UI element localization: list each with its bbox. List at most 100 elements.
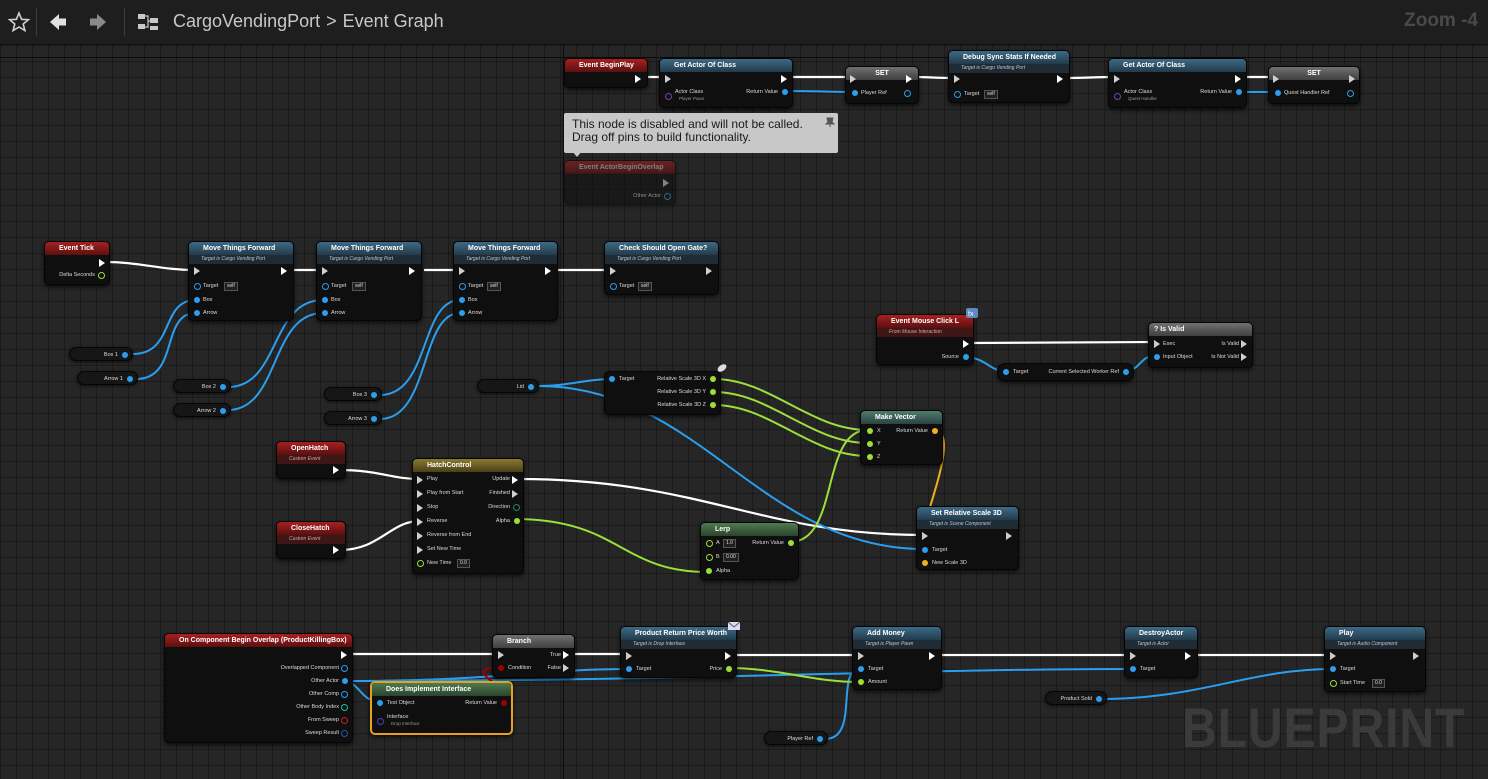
node-set-quest-handler-ref[interactable]: SET Quest Handler Ref [1268,66,1360,104]
exec-out-pin[interactable] [1235,75,1241,83]
exec-in-pin[interactable] [194,267,200,275]
input-object-pin[interactable] [1154,354,1160,360]
reverse-from-end-pin[interactable] [417,532,423,540]
play-from-start-pin[interactable] [417,490,423,498]
variable-arrow-2[interactable]: Arrow 2 [173,403,231,417]
variable-out-pin[interactable] [220,408,226,414]
node-hatch-control-timeline[interactable]: HatchControl Play Play from Start Stop R… [412,458,524,574]
exec-out-pin[interactable] [929,652,935,660]
target-pin[interactable] [459,283,466,290]
forward-arrow-icon[interactable] [84,7,112,37]
set-new-time-pin[interactable] [417,546,423,554]
breadcrumb-root[interactable]: CargoVendingPort [173,11,320,31]
interface-value[interactable]: Drop Interface [391,721,420,726]
exec-out-pin[interactable] [545,267,551,275]
start-time-value[interactable]: 0.0 [1372,679,1385,688]
node-is-valid[interactable]: ? Is Valid Exec Is Valid Input Object Is… [1148,322,1253,368]
box-pin[interactable] [194,297,200,303]
node-add-money[interactable]: Add Money Target is Player Pawn Target A… [852,626,942,690]
node-destroy-actor[interactable]: DestroyActor Target is Actor Target [1124,626,1198,678]
variable-out-pin[interactable] [127,376,133,382]
pin-icon[interactable] [824,116,836,128]
class-pin[interactable] [1114,93,1121,100]
delta-seconds-pin[interactable] [98,272,105,279]
variable-product-sold[interactable]: Product Sold [1045,691,1107,705]
variable-box-2[interactable]: Box 2 [173,379,231,393]
node-get-actor-of-class[interactable]: Get Actor Of Class Actor Class Player Pa… [659,58,793,108]
b-pin[interactable] [706,554,713,561]
player-ref-pin[interactable] [852,90,858,96]
variable-box-1[interactable]: Box 1 [69,347,133,361]
exec-in-pin[interactable] [1154,340,1160,348]
node-product-return-price-worth[interactable]: Product Return Price Worth Target is Dro… [620,626,737,678]
variable-lid[interactable]: Lid [477,379,539,393]
stop-pin[interactable] [417,504,423,512]
other-body-index-pin[interactable] [341,704,348,711]
exec-out-pin[interactable] [906,75,912,83]
variable-out-pin[interactable] [122,352,128,358]
node-move-things-forward-3[interactable]: Move Things Forward Target is Cargo Vend… [453,241,558,321]
node-move-things-forward-2[interactable]: Move Things Forward Target is Cargo Vend… [316,241,422,321]
variable-out-pin[interactable] [371,392,377,398]
exec-out-pin[interactable] [663,179,669,187]
target-pin[interactable] [1130,666,1136,672]
variable-out-pin[interactable] [220,384,226,390]
variable-arrow-3[interactable]: Arrow 3 [324,411,382,425]
test-object-pin[interactable] [377,700,383,706]
pin-value[interactable]: Player Pawn [679,96,704,101]
self-value[interactable]: self [638,282,652,291]
exec-in-pin[interactable] [1330,652,1336,660]
exec-in-pin[interactable] [1114,75,1120,83]
exec-out-pin[interactable] [341,651,347,659]
node-debug-sync-stats[interactable]: Debug Sync Stats If Needed Target is Car… [948,50,1070,103]
exec-out-pin[interactable] [706,267,712,275]
exec-in-pin[interactable] [459,267,465,275]
node-get-actor-of-class-2[interactable]: Get Actor Of Class Actor Class Quest Han… [1108,58,1247,108]
node-close-hatch-event[interactable]: CloseHatch Custom Event [276,521,346,559]
star-icon[interactable] [6,7,32,37]
node-lerp[interactable]: Lerp A 1.0 B 0.00 Alpha Return Value [700,522,799,580]
scale-y-pin[interactable] [710,389,716,395]
target-pin[interactable] [322,283,329,290]
variable-box-3[interactable]: Box 3 [324,387,382,401]
exec-out-pin[interactable] [1057,75,1063,83]
exec-out-pin[interactable] [333,466,339,474]
exec-in-pin[interactable] [665,75,671,83]
reverse-pin[interactable] [417,518,423,526]
variable-out-pin[interactable] [1096,696,1102,702]
out-pin[interactable] [1347,90,1354,97]
exec-out-pin[interactable] [1413,652,1419,660]
breadcrumb-current[interactable]: Event Graph [343,11,444,31]
false-pin[interactable] [563,664,569,672]
variable-out-pin[interactable] [528,384,534,390]
exec-in-pin[interactable] [610,267,616,275]
node-event-mouse-click[interactable]: Event Mouse Click L From Mouse Interacti… [876,314,974,365]
z-pin[interactable] [867,454,873,460]
node-set-player-ref[interactable]: SET Player Ref [845,66,919,104]
is-not-valid-out-pin[interactable] [1241,353,1247,361]
a-pin[interactable] [706,540,713,547]
x-pin[interactable] [867,428,873,434]
back-arrow-icon[interactable] [44,7,72,37]
node-set-relative-scale-3d[interactable]: Set Relative Scale 3D Target is Scene Co… [916,506,1019,570]
node-move-things-forward-1[interactable]: Move Things Forward Target is Cargo Vend… [188,241,294,321]
exec-out-pin[interactable] [781,75,787,83]
self-value[interactable]: self [352,282,366,291]
exec-in-pin[interactable] [498,651,504,659]
self-value[interactable]: self [224,282,238,291]
scale-x-pin[interactable] [710,376,716,382]
node-play-audio[interactable]: Play Target is Audio Component Target St… [1324,626,1426,692]
target-pin[interactable] [1330,666,1336,672]
variable-out-pin[interactable] [817,736,823,742]
exec-out-pin[interactable] [1185,652,1191,660]
exec-in-pin[interactable] [858,652,864,660]
new-time-pin[interactable] [417,560,424,567]
return-pin[interactable] [788,540,794,546]
class-pin[interactable] [665,93,672,100]
exec-out-pin[interactable] [99,259,105,267]
comment-bubble-icon[interactable] [716,362,728,374]
alpha-pin[interactable] [514,518,520,524]
exec-out-pin[interactable] [409,267,415,275]
scale-z-pin[interactable] [710,402,716,408]
return-pin[interactable] [932,428,938,434]
